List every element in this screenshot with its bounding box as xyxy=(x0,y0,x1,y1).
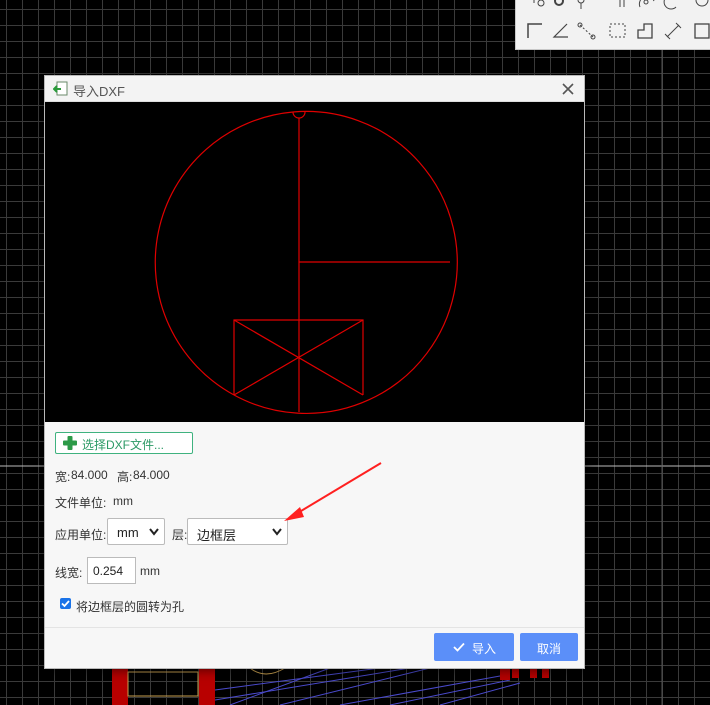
annotation-arrow xyxy=(284,462,382,521)
